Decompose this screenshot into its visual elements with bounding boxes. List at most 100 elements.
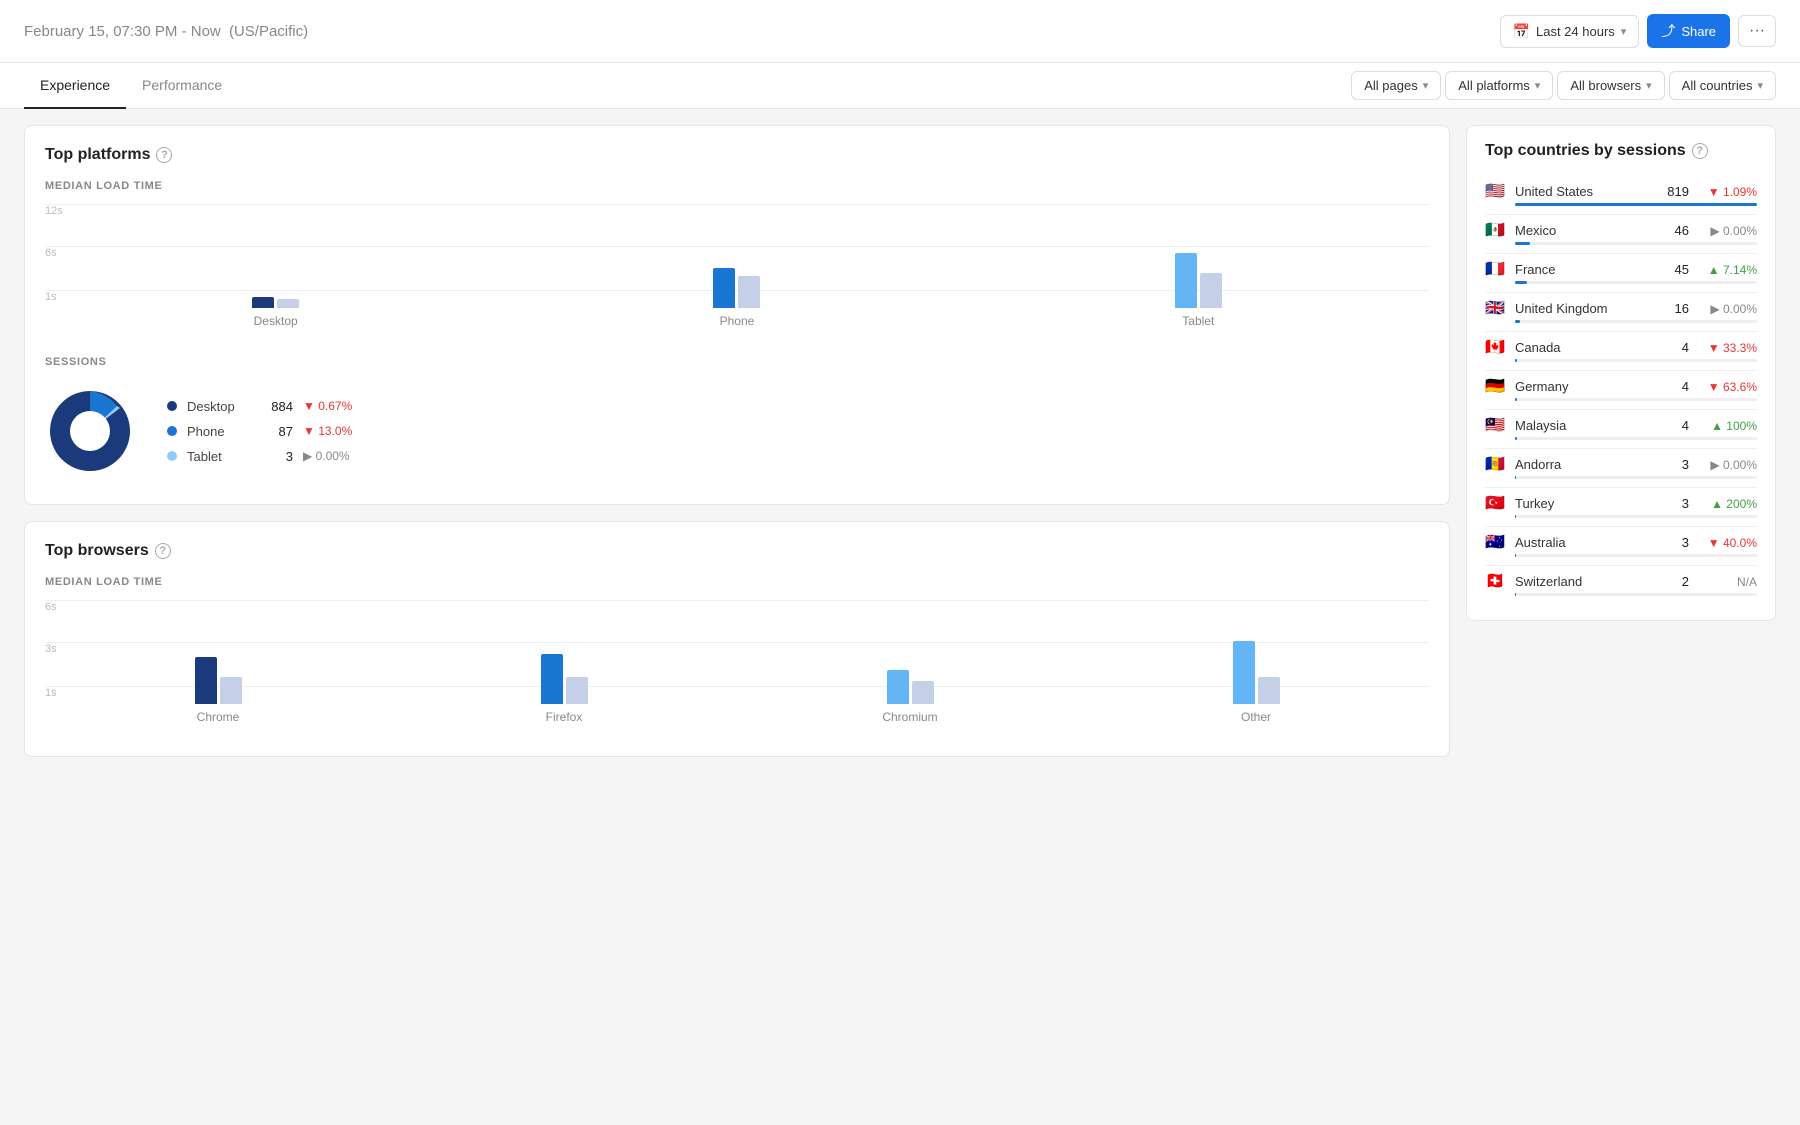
country-progress-bg [1515, 281, 1757, 284]
bar-label-phone: Phone [720, 314, 755, 328]
median-load-label: MEDIAN LOAD TIME [45, 180, 1429, 192]
country-progress-bg [1515, 554, 1757, 557]
top-countries-title: Top countries by sessions ? [1485, 142, 1757, 160]
bar-group-other: Other [1083, 641, 1429, 704]
country-list: 🇺🇸 United States 819 ▼ 1.09% 🇲🇽 Mexico 4… [1485, 176, 1757, 604]
bar-other-prev [1258, 677, 1280, 704]
top-platforms-card: Top platforms ? MEDIAN LOAD TIME 12s 6s … [24, 125, 1450, 505]
filter-all-browsers[interactable]: All browsers ▾ [1557, 71, 1664, 100]
bar-groups-platforms: Desktop Phone Tablet [45, 218, 1429, 308]
country-flag: 🇩🇪 [1485, 379, 1507, 394]
chevron-down-icon: ▾ [1423, 79, 1429, 92]
nav-bar: Experience Performance All pages ▾ All p… [0, 63, 1800, 109]
country-flag: 🇲🇾 [1485, 418, 1507, 433]
country-flag: 🇫🇷 [1485, 262, 1507, 277]
more-icon: ··· [1749, 22, 1765, 39]
country-progress-bg [1515, 242, 1757, 245]
country-name: Canada [1515, 340, 1653, 355]
country-change: ▲ 100% [1697, 419, 1757, 433]
country-item: 🇫🇷 France 45 ▲ 7.14% [1485, 254, 1757, 293]
date-range-text: February 15, 07:30 PM - Now [24, 23, 221, 40]
country-item: 🇺🇸 United States 819 ▼ 1.09% [1485, 176, 1757, 215]
more-button[interactable]: ··· [1738, 15, 1776, 47]
bar-chromium-prev [912, 681, 934, 704]
country-progress-fill [1515, 281, 1527, 284]
chevron-down-icon: ▾ [1535, 79, 1541, 92]
country-count: 3 [1661, 457, 1689, 472]
legend-name-phone: Phone [187, 424, 247, 439]
country-count: 16 [1661, 301, 1689, 316]
pie-svg [45, 386, 135, 476]
country-count: 4 [1661, 418, 1689, 433]
top-countries-title-text: Top countries by sessions [1485, 142, 1686, 160]
bar-label-desktop: Desktop [254, 314, 298, 328]
country-change: ▶ 0.00% [1697, 458, 1757, 472]
platforms-bar-chart: 12s 6s 1s Desktop [45, 202, 1429, 332]
country-progress-bg [1515, 203, 1757, 206]
legend-items: Desktop 884 ▼ 0.67% Phone 87 ▼ 13.0% [167, 399, 352, 464]
legend-count-desktop: 884 [257, 399, 293, 414]
sessions-label: SESSIONS [45, 356, 1429, 368]
filter-all-pages[interactable]: All pages ▾ [1351, 71, 1441, 100]
legend-dot-phone [167, 426, 177, 436]
nav-filters: All pages ▾ All platforms ▾ All browsers… [1351, 71, 1776, 100]
info-icon[interactable]: ? [156, 147, 172, 163]
country-name: Andorra [1515, 457, 1653, 472]
bar-firefox-prev [566, 677, 588, 704]
gridline-6s-b: 6s [45, 600, 1429, 613]
country-count: 2 [1661, 574, 1689, 589]
date-range-container: February 15, 07:30 PM - Now (US/Pacific) [24, 23, 308, 40]
country-progress-bg [1515, 320, 1757, 323]
bar-group-phone: Phone [506, 268, 967, 308]
country-change: ▶ 0.00% [1697, 224, 1757, 238]
calendar-icon: 📅 [1513, 23, 1530, 40]
country-progress-fill [1515, 203, 1757, 206]
filter-all-platforms[interactable]: All platforms ▾ [1445, 71, 1553, 100]
country-item: 🇨🇦 Canada 4 ▼ 33.3% [1485, 332, 1757, 371]
country-item: 🇩🇪 Germany 4 ▼ 63.6% [1485, 371, 1757, 410]
bar-desktop-prev [277, 299, 299, 308]
top-countries-card: Top countries by sessions ? 🇺🇸 United St… [1466, 125, 1776, 621]
legend-change-phone: ▼ 13.0% [303, 424, 352, 438]
country-progress-fill [1515, 320, 1520, 323]
bar-chromium-current [887, 670, 909, 704]
tab-performance[interactable]: Performance [126, 63, 238, 109]
browsers-median-load-label: MEDIAN LOAD TIME [45, 576, 1429, 588]
country-flag: 🇲🇽 [1485, 223, 1507, 238]
bar-groups-browsers: Chrome Firefox Chromium [45, 614, 1429, 704]
time-range-button[interactable]: 📅 Last 24 hours ▾ [1500, 15, 1640, 48]
chevron-down-icon: ▾ [1646, 79, 1652, 92]
country-name: United States [1515, 184, 1653, 199]
bar-chrome-current [195, 657, 217, 704]
country-count: 819 [1661, 184, 1689, 199]
date-range: February 15, 07:30 PM - Now (US/Pacific) [24, 23, 308, 40]
info-icon-countries[interactable]: ? [1692, 143, 1708, 159]
legend-dot-desktop [167, 401, 177, 411]
pie-chart [45, 386, 135, 476]
bar-label-chrome: Chrome [197, 710, 240, 724]
info-icon-browsers[interactable]: ? [155, 543, 171, 559]
platforms-bar-chart-section: MEDIAN LOAD TIME 12s 6s 1s [45, 180, 1429, 332]
bar-group-tablet: Tablet [968, 253, 1429, 308]
filter-all-countries[interactable]: All countries ▾ [1669, 71, 1776, 100]
browsers-bar-chart: 6s 3s 1s Chrome [45, 598, 1429, 728]
bar-desktop-current [252, 297, 274, 308]
country-flag: 🇹🇷 [1485, 496, 1507, 511]
content-area: Top platforms ? MEDIAN LOAD TIME 12s 6s … [0, 109, 1800, 1114]
country-progress-bg [1515, 437, 1757, 440]
all-pages-label: All pages [1364, 78, 1417, 93]
share-button[interactable]: ⤴ Share [1647, 14, 1730, 48]
tab-experience[interactable]: Experience [24, 63, 126, 109]
country-name: Germany [1515, 379, 1653, 394]
country-change: N/A [1697, 575, 1757, 589]
bar-group-chromium: Chromium [737, 670, 1083, 704]
country-name: United Kingdom [1515, 301, 1653, 316]
top-browsers-title-text: Top browsers [45, 542, 149, 560]
bar-tablet-prev [1200, 273, 1222, 308]
country-flag: 🇦🇩 [1485, 457, 1507, 472]
country-flag: 🇺🇸 [1485, 184, 1507, 199]
bar-other-current [1233, 641, 1255, 704]
bar-tablet-current [1175, 253, 1197, 308]
bar-group-firefox: Firefox [391, 654, 737, 704]
top-browsers-card: Top browsers ? MEDIAN LOAD TIME 6s 3s 1s [24, 521, 1450, 757]
